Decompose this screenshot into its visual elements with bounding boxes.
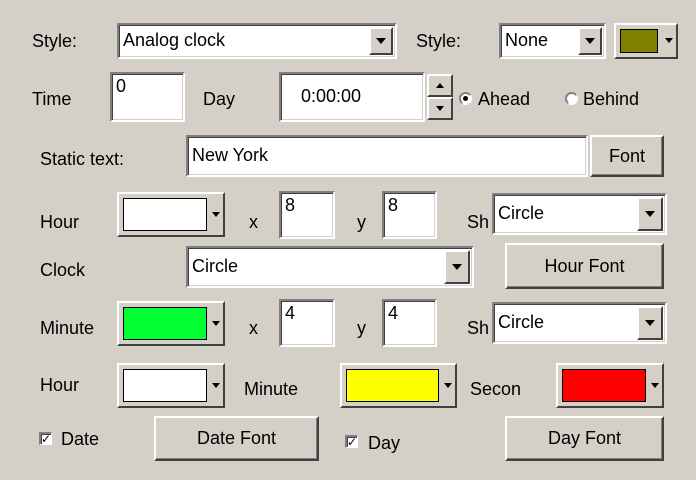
hour-hand-color-swatch xyxy=(123,198,207,231)
second-dot-color-swatch xyxy=(562,369,646,402)
clock-label: Clock xyxy=(40,260,86,280)
minute-shape-value: Circle xyxy=(498,312,545,332)
style2-label: Style: xyxy=(416,31,462,51)
behind-radio[interactable] xyxy=(565,92,578,105)
second-dot-color-arrow-icon xyxy=(651,382,659,388)
clock-shape-value: Circle xyxy=(192,256,239,276)
static-text-label: Static text: xyxy=(40,149,125,169)
clock-shape-dropdown-arrow-icon[interactable] xyxy=(444,250,470,284)
day-checkbox-label[interactable]: Day xyxy=(368,432,400,454)
style2-dropdown-arrow-icon[interactable] xyxy=(578,27,602,55)
date-checkbox[interactable]: ✓ xyxy=(39,432,52,445)
minute-x-label: x xyxy=(249,318,258,338)
hour-y-input[interactable]: 8 xyxy=(382,191,437,239)
time-label: Time xyxy=(32,89,72,109)
style-select[interactable]: Analog clock xyxy=(117,23,397,59)
hour-hand-color-arrow-icon xyxy=(212,211,220,217)
font-button[interactable]: Font xyxy=(590,135,664,177)
minute-y-value: 4 xyxy=(388,303,399,323)
day-checkbox[interactable]: ✓ xyxy=(345,435,358,448)
clock-shape-select[interactable]: Circle xyxy=(186,246,474,288)
hour-shape-value: Circle xyxy=(498,203,545,223)
minute-shape-select[interactable]: Circle xyxy=(492,302,667,344)
minute-x-input[interactable]: 4 xyxy=(279,299,335,347)
hour-shape-dropdown-arrow-icon[interactable] xyxy=(637,197,663,231)
date-font-button[interactable]: Date Font xyxy=(154,416,319,461)
day-label: Day xyxy=(203,89,236,109)
hour-y-label: y xyxy=(357,212,366,232)
hour-sh-label: Sh xyxy=(467,212,490,232)
minute-hand-color-swatch xyxy=(123,307,207,340)
style2-select[interactable]: None xyxy=(499,23,606,59)
hour-dot-label: Hour xyxy=(40,375,80,395)
hour-x-input[interactable]: 8 xyxy=(279,191,335,239)
minute-hand-color-picker[interactable] xyxy=(117,301,225,346)
hour-dot-color-arrow-icon xyxy=(212,382,220,388)
date-label[interactable]: Date xyxy=(61,428,99,450)
style-select-value: Analog clock xyxy=(123,30,226,50)
second-dot-label: Secon xyxy=(470,379,522,399)
ahead-label[interactable]: Ahead xyxy=(478,88,530,110)
minute-hand-color-arrow-icon xyxy=(212,320,220,326)
hour-dot-color-swatch xyxy=(123,369,207,402)
style-label: Style: xyxy=(32,31,78,51)
style-color-arrow-icon xyxy=(665,38,673,43)
minute-y-label: y xyxy=(357,318,366,338)
minute-dot-label: Minute xyxy=(244,379,299,399)
hour-x-value: 8 xyxy=(285,195,296,215)
minute-shape-dropdown-arrow-icon[interactable] xyxy=(637,306,663,340)
hour-font-button[interactable]: Hour Font xyxy=(505,243,664,289)
minute-dot-color-picker[interactable] xyxy=(340,363,457,408)
behind-label[interactable]: Behind xyxy=(583,88,639,110)
day-time-input[interactable]: 0:00:00 xyxy=(279,72,425,122)
time-input-value: 0 xyxy=(116,76,127,96)
hour-shape-select[interactable]: Circle xyxy=(492,193,667,235)
ahead-radio-dot xyxy=(463,96,468,101)
spin-down-icon[interactable] xyxy=(427,97,453,120)
hour-y-value: 8 xyxy=(388,195,399,215)
hour-dot-color-picker[interactable] xyxy=(117,363,225,408)
minute-hand-label: Minute xyxy=(40,318,95,338)
day-time-spinner[interactable] xyxy=(427,74,453,120)
style-dropdown-arrow-icon[interactable] xyxy=(369,27,393,55)
ahead-radio[interactable] xyxy=(459,92,472,105)
spin-up-icon[interactable] xyxy=(427,74,453,97)
style-color-picker[interactable] xyxy=(614,23,678,59)
time-input[interactable]: 0 xyxy=(110,72,185,122)
style-color-swatch xyxy=(620,29,658,53)
static-text-input[interactable]: New York xyxy=(186,135,588,177)
minute-dot-color-swatch xyxy=(346,369,439,402)
static-text-value: New York xyxy=(192,145,269,165)
hour-hand-color-picker[interactable] xyxy=(117,192,225,237)
day-font-button[interactable]: Day Font xyxy=(505,416,664,461)
day-time-value: 0:00:00 xyxy=(301,86,362,106)
hour-hand-label: Hour xyxy=(40,212,80,232)
minute-y-input[interactable]: 4 xyxy=(382,299,437,347)
hour-x-label: x xyxy=(249,212,258,232)
style2-select-value: None xyxy=(505,30,549,50)
minute-dot-color-arrow-icon xyxy=(444,382,452,388)
minute-x-value: 4 xyxy=(285,303,296,323)
second-dot-color-picker[interactable] xyxy=(556,363,664,408)
minute-sh-label: Sh xyxy=(467,318,490,338)
